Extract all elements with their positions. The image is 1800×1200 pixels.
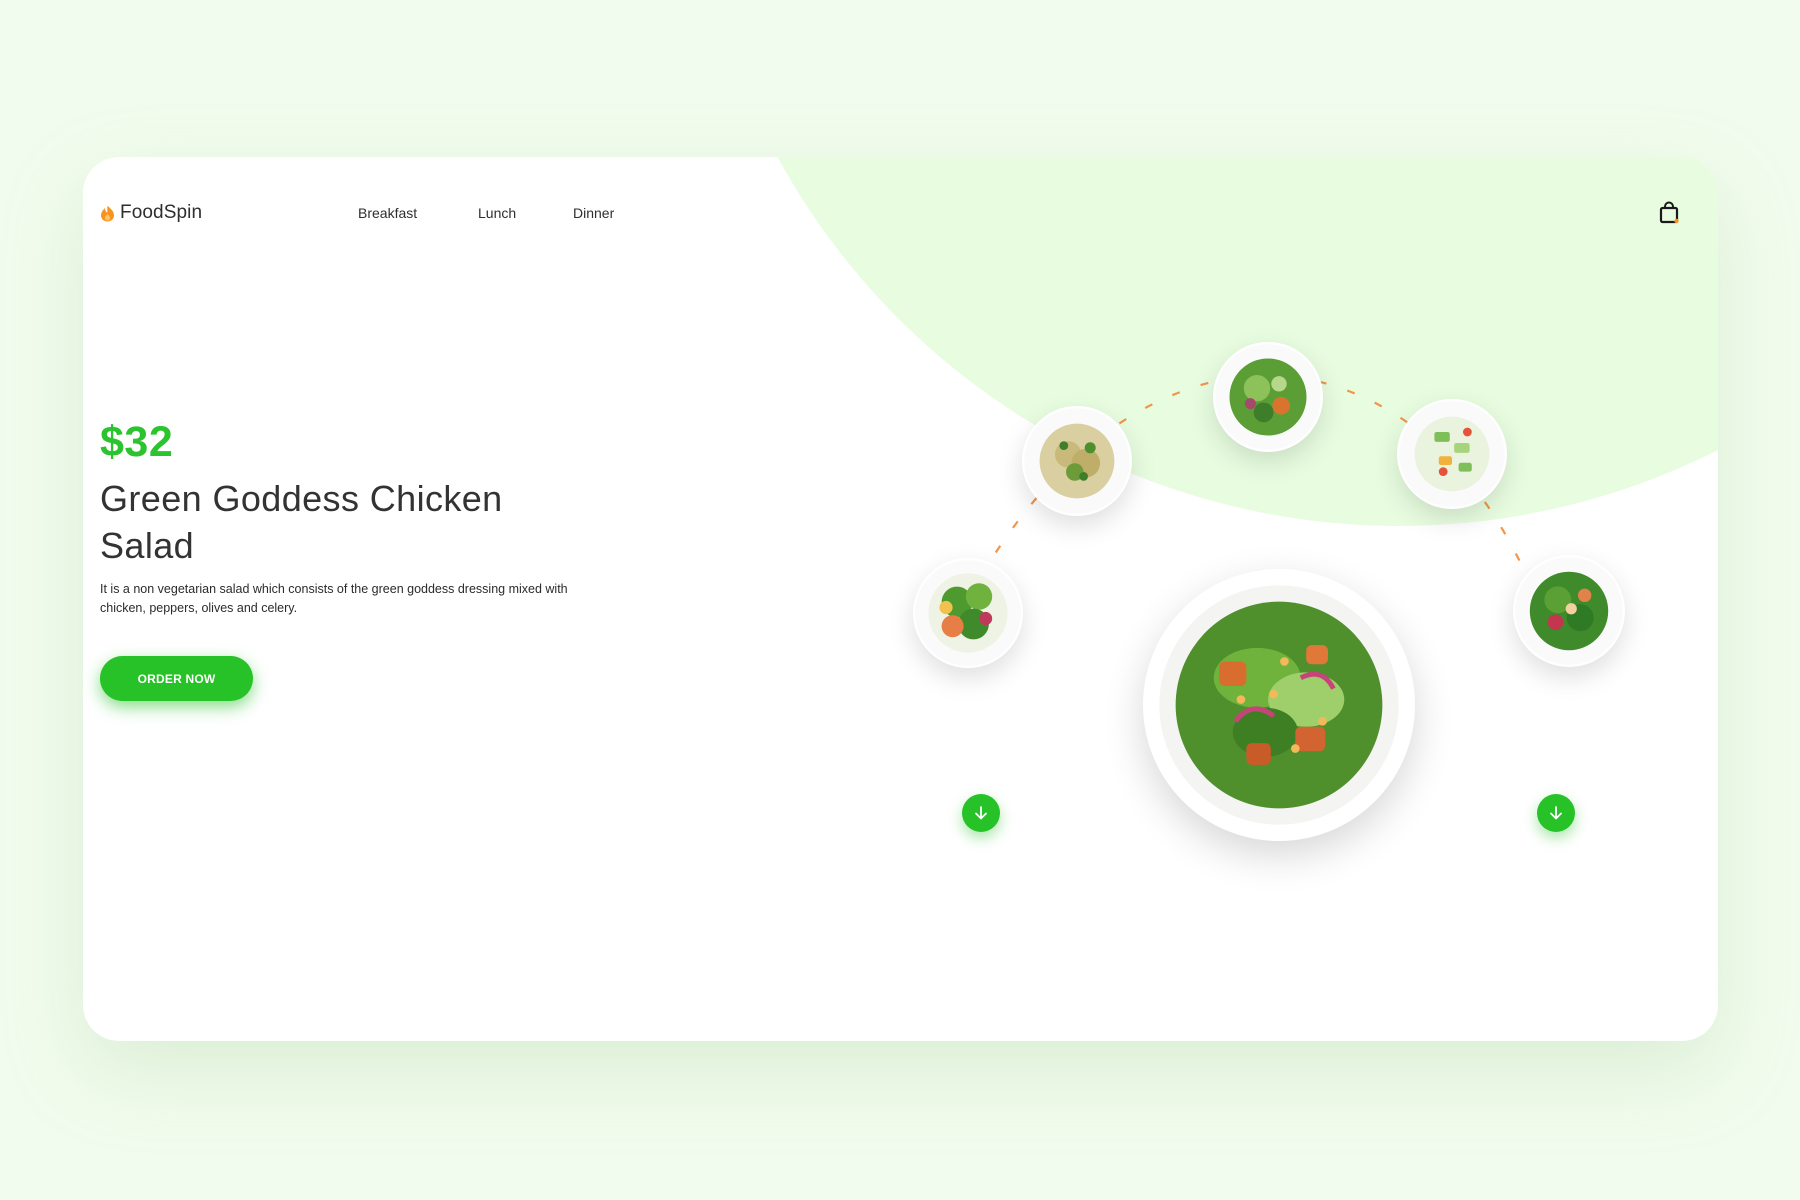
brand-name: FoodSpin <box>120 202 203 223</box>
main-salad-image <box>1145 571 1413 839</box>
dish-plate-3[interactable] <box>1397 399 1507 509</box>
salad-image <box>1215 344 1321 450</box>
dish-plate-side-left[interactable] <box>913 558 1023 668</box>
carousel-prev-button[interactable] <box>962 794 1000 832</box>
dish-plate-2[interactable] <box>1213 342 1323 452</box>
nav-item-lunch[interactable]: Lunch <box>478 205 516 221</box>
arrow-down-icon <box>1550 806 1562 820</box>
green-background-circle <box>691 157 1718 526</box>
salad-image <box>1024 408 1130 514</box>
dish-description: It is a non vegetarian salad which consi… <box>100 582 568 615</box>
salad-image <box>1399 401 1505 507</box>
brand-logo[interactable]: FoodSpin <box>100 202 202 224</box>
dish-title: Green Goddess Chicken Salad <box>100 478 503 566</box>
nav-item-dinner[interactable]: Dinner <box>573 205 614 221</box>
dish-plate-main[interactable] <box>1143 569 1415 841</box>
flame-icon <box>101 205 114 221</box>
shopping-bag-icon[interactable] <box>1659 201 1679 225</box>
price: $32 <box>100 418 174 466</box>
arrow-down-icon <box>975 806 987 820</box>
order-now-button[interactable]: ORDER NOW <box>100 656 253 701</box>
dish-plate-1[interactable] <box>1022 406 1132 516</box>
carousel-next-button[interactable] <box>1537 794 1575 832</box>
dish-plate-side-right[interactable] <box>1513 555 1625 667</box>
salad-image <box>915 560 1021 666</box>
nav-item-breakfast[interactable]: Breakfast <box>358 205 417 221</box>
hero-card: FoodSpin Breakfast Lunch Dinner $32 Gree… <box>83 157 1718 1041</box>
salad-image <box>1515 557 1623 665</box>
